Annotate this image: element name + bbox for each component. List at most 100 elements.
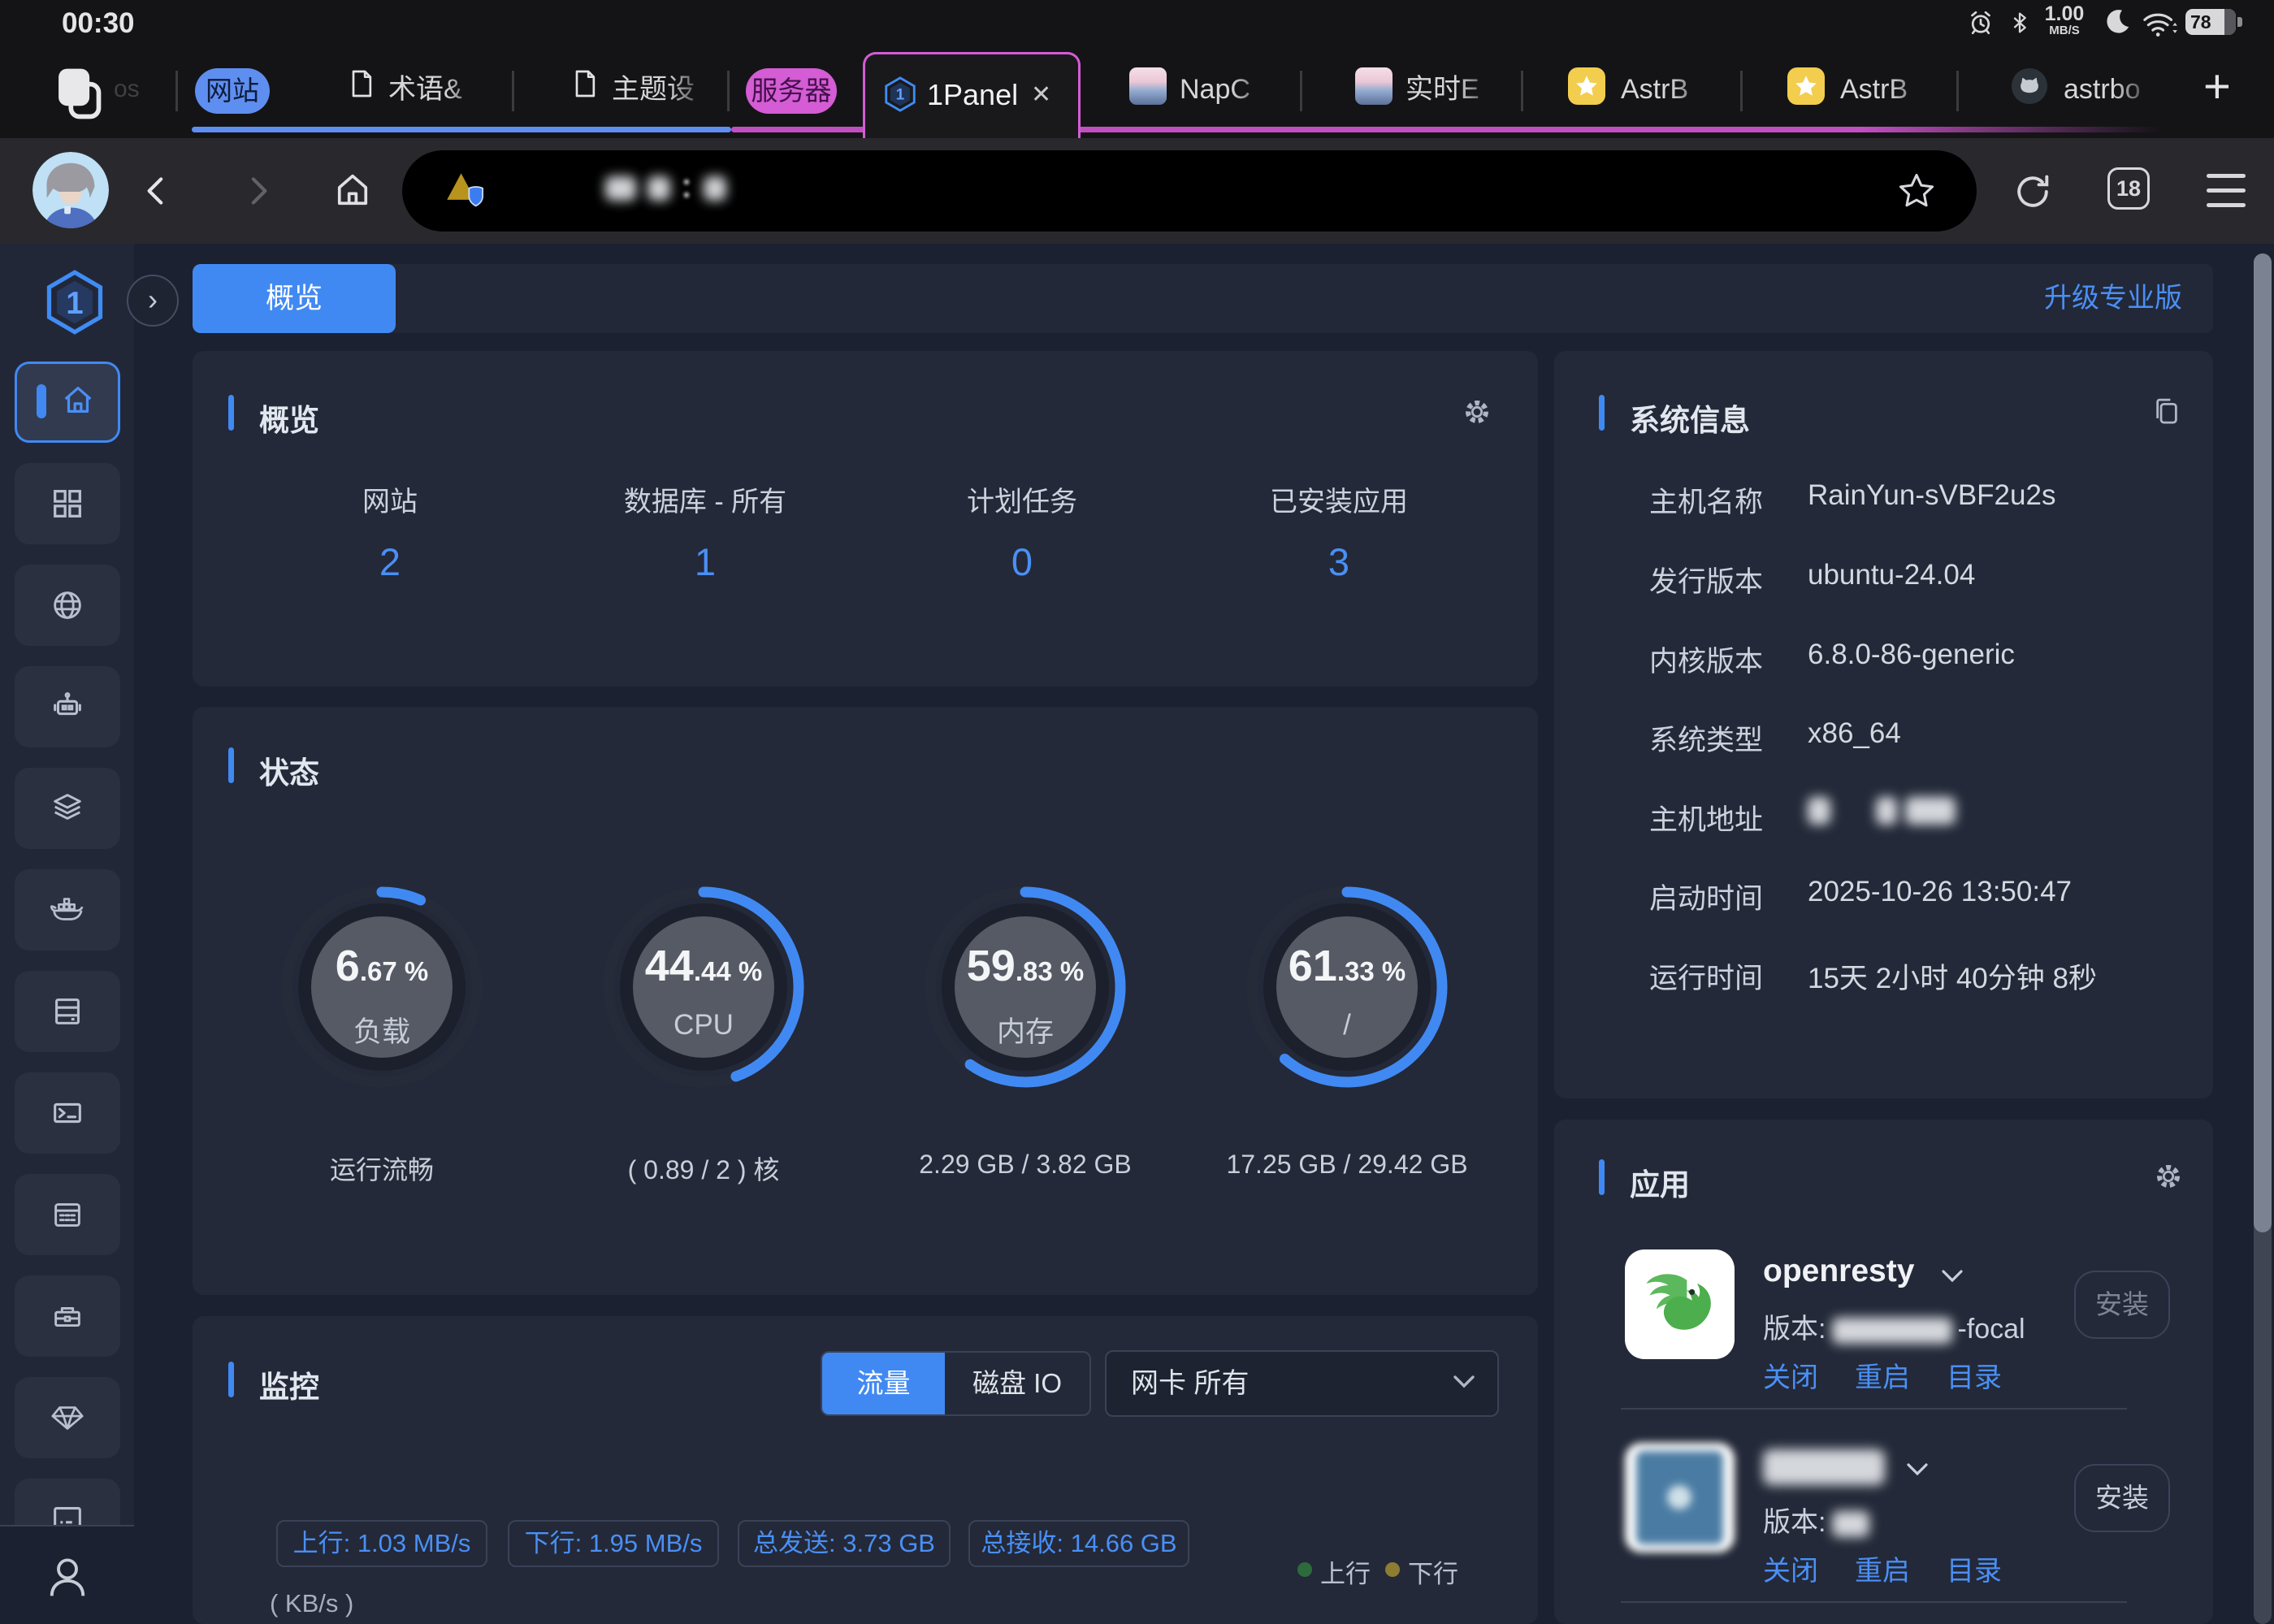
install-button[interactable]: 安装 bbox=[2074, 1271, 2170, 1339]
menu-button[interactable] bbox=[2207, 174, 2246, 207]
system-row-value: x86_64 bbox=[1808, 717, 1901, 750]
sidebar-item-globe[interactable] bbox=[15, 565, 120, 646]
system-row-label: 启动时间 bbox=[1649, 876, 1763, 917]
tab-主题设[interactable]: 主题设 bbox=[569, 66, 708, 116]
tab-count-button[interactable]: 18 bbox=[2107, 167, 2150, 210]
gauge-label: 负载 bbox=[272, 1009, 492, 1050]
app-action-重启[interactable]: 重启 bbox=[1855, 1548, 1910, 1588]
apps-card: 应用 openresty版本:-focal关闭重启目录安装版本:关闭重启目录安装 bbox=[1554, 1119, 2213, 1624]
tab-astrbo[interactable]: astrbo bbox=[2011, 66, 2153, 116]
url-bar[interactable] bbox=[402, 150, 1977, 232]
github-icon bbox=[2011, 67, 2048, 109]
tab-divider bbox=[175, 71, 178, 111]
profile-avatar[interactable] bbox=[32, 152, 109, 228]
sidebar-item-robot[interactable] bbox=[15, 666, 120, 747]
site-favicon-icon bbox=[444, 170, 487, 216]
new-tab-button[interactable]: + bbox=[2203, 59, 2231, 114]
gear-icon[interactable] bbox=[2151, 1159, 2185, 1197]
globe-icon bbox=[49, 587, 86, 628]
sidebar-item-panel[interactable] bbox=[15, 1479, 120, 1526]
sidebar-expand-button[interactable]: › bbox=[127, 275, 179, 327]
back-button[interactable] bbox=[136, 171, 177, 215]
refresh-button[interactable] bbox=[2012, 171, 2054, 217]
gauge-percent: 6.67 % bbox=[272, 941, 492, 991]
app-action-关闭[interactable]: 关闭 bbox=[1763, 1548, 1818, 1588]
sidebar-item-diamond[interactable] bbox=[15, 1377, 120, 1458]
upgrade-pro-link[interactable]: 升级专业版 bbox=[2044, 264, 2182, 333]
app-action-关闭[interactable]: 关闭 bbox=[1763, 1355, 1818, 1395]
app-action-重启[interactable]: 重启 bbox=[1855, 1355, 1910, 1395]
status-bar: 00:30 1.00 MB/S 78 bbox=[0, 0, 2274, 45]
sidebar-item-calendar[interactable] bbox=[15, 1174, 120, 1255]
onepanel-logo-icon: 1 bbox=[881, 76, 919, 117]
gauge-percent: 44.44 % bbox=[594, 941, 813, 991]
home-button[interactable] bbox=[331, 169, 374, 215]
system-row-value-redacted bbox=[1808, 797, 1956, 825]
tab-group-underline-blue bbox=[192, 127, 731, 132]
app-action-目录[interactable]: 目录 bbox=[1947, 1355, 2002, 1395]
forward-button[interactable] bbox=[237, 171, 278, 215]
docker-icon bbox=[49, 891, 86, 933]
bookmark-star-icon[interactable] bbox=[1895, 170, 1938, 216]
overview-nav-button[interactable]: 概览 bbox=[193, 264, 396, 333]
gauge-detail: ( 0.89 / 2 ) 核 bbox=[574, 1150, 834, 1187]
sidebar-item-terminal[interactable] bbox=[15, 1072, 120, 1154]
panel-icon bbox=[49, 1501, 86, 1526]
system-row-value: 2025-10-26 13:50:47 bbox=[1808, 876, 2072, 908]
chevron-down-icon[interactable] bbox=[1905, 1461, 1930, 1483]
onepanel-logo-icon[interactable]: 1 bbox=[41, 268, 109, 340]
alarm-icon bbox=[1966, 8, 1995, 41]
tab-group-pill-服务器[interactable]: 服务器 bbox=[746, 68, 837, 114]
diamond-icon bbox=[49, 1399, 86, 1440]
monitor-stat-chip: 总接收: 14.66 GB bbox=[968, 1520, 1189, 1567]
sidebar-item-layers[interactable] bbox=[15, 768, 120, 849]
tab-active-1Panel[interactable]: 11Panel✕ bbox=[863, 52, 1081, 138]
network-speed: 1.00 MB/S bbox=[2036, 3, 2093, 37]
scrollbar-thumb[interactable] bbox=[2254, 253, 2272, 1232]
tab-实时E[interactable]: 实时E bbox=[1355, 66, 1497, 116]
page-header-bar: 概览 升级专业版 bbox=[193, 264, 2213, 333]
overview-stat-value[interactable]: 1 bbox=[583, 539, 827, 584]
gauge-percent: 61.33 % bbox=[1237, 941, 1457, 991]
sidebar-item-database[interactable] bbox=[15, 971, 120, 1052]
sidebar-item-apps-grid[interactable] bbox=[15, 463, 120, 544]
document-icon bbox=[569, 67, 601, 104]
document-icon bbox=[345, 67, 378, 104]
tab-NapC[interactable]: NapC bbox=[1129, 66, 1271, 116]
tab-groups-icon[interactable] bbox=[45, 63, 106, 128]
overview-stat-value[interactable]: 0 bbox=[900, 539, 1144, 584]
app-action-目录[interactable]: 目录 bbox=[1947, 1548, 2002, 1588]
gear-icon[interactable] bbox=[1460, 395, 1494, 433]
tab-group-pill-网站[interactable]: 网站 bbox=[195, 68, 270, 114]
gauge-detail: 运行流畅 bbox=[252, 1150, 512, 1187]
sidebar-item-home[interactable] bbox=[15, 362, 120, 443]
nic-select[interactable]: 网卡 所有 bbox=[1105, 1350, 1499, 1417]
tab-AstrB[interactable]: AstrB bbox=[1568, 66, 1710, 116]
chevron-down-icon[interactable] bbox=[1940, 1267, 1964, 1289]
browser-toolbar: 18 bbox=[0, 138, 2274, 244]
user-profile-icon[interactable] bbox=[41, 1550, 94, 1608]
sidebar-item-toolbox[interactable] bbox=[15, 1275, 120, 1357]
overview-stat-value[interactable]: 3 bbox=[1217, 539, 1461, 584]
tab-AstrB[interactable]: AstrB bbox=[1787, 66, 1930, 116]
monitor-tab-磁盘 IO[interactable]: 磁盘 IO bbox=[945, 1353, 1089, 1414]
system-row-label: 运行时间 bbox=[1649, 955, 1763, 997]
sidebar-divider bbox=[0, 1525, 134, 1527]
tab-label-fade bbox=[669, 66, 709, 113]
tab-close-icon[interactable]: ✕ bbox=[1031, 54, 1051, 136]
overview-stat-value[interactable]: 2 bbox=[268, 539, 512, 584]
tab-label-fade bbox=[2114, 66, 2155, 113]
app-version: 版本: bbox=[1763, 1500, 1869, 1540]
app-version: 版本:-focal bbox=[1763, 1306, 2025, 1346]
calendar-icon bbox=[49, 1196, 86, 1237]
tab-divider bbox=[512, 71, 514, 111]
monitor-tab-流量[interactable]: 流量 bbox=[822, 1353, 945, 1414]
gauge-percent: 59.83 % bbox=[916, 941, 1135, 991]
install-button[interactable]: 安装 bbox=[2074, 1464, 2170, 1532]
app-name: openresty bbox=[1763, 1254, 1914, 1289]
system-row-label: 内核版本 bbox=[1649, 639, 1763, 680]
tab-术语&[interactable]: 术语& bbox=[345, 66, 484, 116]
copy-icon[interactable] bbox=[2150, 395, 2184, 433]
sidebar-item-docker[interactable] bbox=[15, 869, 120, 951]
overview-card-title: 概览 bbox=[259, 396, 319, 440]
